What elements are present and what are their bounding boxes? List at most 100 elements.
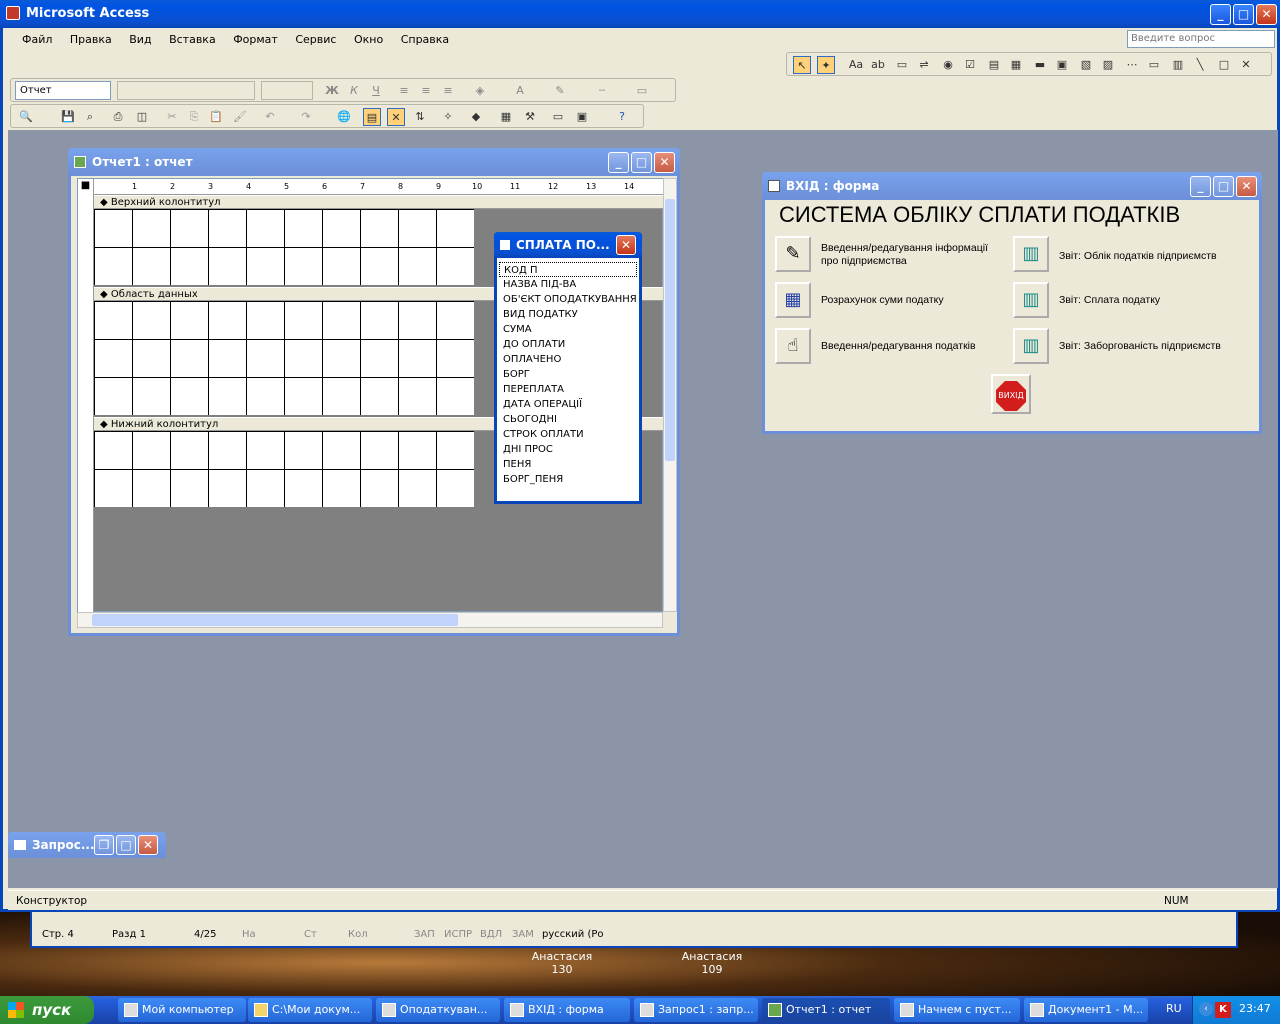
taskbar-item[interactable]: ВХІД : форма bbox=[504, 998, 630, 1022]
underline-icon[interactable]: Ч bbox=[367, 82, 385, 100]
align-left-icon[interactable]: ≡ bbox=[395, 82, 413, 100]
redo-icon[interactable]: ↷ bbox=[297, 108, 315, 126]
field-item[interactable]: ОБ'ЄКТ ОПОДАТКУВАННЯ bbox=[499, 292, 637, 307]
close-button[interactable]: ✕ bbox=[138, 835, 158, 855]
align-center-icon[interactable]: ≡ bbox=[417, 82, 435, 100]
horizontal-scroll-thumb[interactable] bbox=[92, 614, 458, 626]
field-item[interactable]: ДНІ ПРОС bbox=[499, 442, 637, 457]
section-page-header[interactable]: ◆ Верхний колонтитул bbox=[94, 195, 664, 209]
database-window-icon[interactable]: ▭ bbox=[549, 108, 567, 126]
tray-arrow-icon[interactable]: ‹ bbox=[1199, 1002, 1213, 1016]
tab-control-icon[interactable]: ▭ bbox=[1145, 56, 1163, 74]
ruler-corner[interactable]: ■ bbox=[78, 179, 94, 195]
field-list-icon[interactable]: ▤ bbox=[363, 108, 381, 126]
maximize-button[interactable]: □ bbox=[116, 835, 136, 855]
sorting-grouping-icon[interactable]: ⇅ bbox=[411, 108, 429, 126]
report-close-button[interactable]: ✕ bbox=[654, 152, 675, 173]
hyperlink-icon[interactable]: 🌐 bbox=[335, 108, 353, 126]
field-item[interactable]: ДАТА ОПЕРАЦІЇ bbox=[499, 397, 637, 412]
bold-icon[interactable]: Ж bbox=[323, 82, 341, 100]
bound-frame-icon[interactable]: ▨ bbox=[1099, 56, 1117, 74]
wizard-icon[interactable]: ✦ bbox=[817, 56, 835, 74]
taskbar-item[interactable]: Документ1 - М... bbox=[1024, 998, 1148, 1022]
fill-color-icon[interactable]: ◈ bbox=[471, 82, 489, 100]
align-right-icon[interactable]: ≡ bbox=[439, 82, 457, 100]
field-item[interactable]: ВИД ПОДАТКУ bbox=[499, 307, 637, 322]
image-icon[interactable]: ▣ bbox=[1053, 56, 1071, 74]
textbox-icon[interactable]: ab bbox=[869, 56, 887, 74]
field-item[interactable]: БОРГ_ПЕНЯ bbox=[499, 472, 637, 487]
special-effect-icon[interactable]: ▭ bbox=[633, 82, 651, 100]
taskbar-item[interactable]: C:\Мои докум... bbox=[248, 998, 372, 1022]
restore-button[interactable]: ❐ bbox=[94, 835, 114, 855]
horizontal-scrollbar[interactable] bbox=[77, 612, 663, 628]
field-item[interactable]: БОРГ bbox=[499, 367, 637, 382]
field-item[interactable]: СЬОГОДНІ bbox=[499, 412, 637, 427]
minimize-button[interactable]: _ bbox=[1210, 4, 1231, 25]
ask-question-box[interactable]: Введите вопрос bbox=[1127, 30, 1275, 48]
more-controls-icon[interactable]: ✕ bbox=[1237, 56, 1255, 74]
select-objects-icon[interactable]: ↖ bbox=[793, 56, 811, 74]
desktop-label-1[interactable]: Анастасия 130 bbox=[530, 950, 594, 976]
combo-icon[interactable]: ▤ bbox=[985, 56, 1003, 74]
option-button-icon[interactable]: ◉ bbox=[939, 56, 957, 74]
field-item[interactable]: КОД П bbox=[499, 262, 637, 277]
field-item[interactable]: ПЕНЯ bbox=[499, 457, 637, 472]
line-color-icon[interactable]: ✎ bbox=[551, 82, 569, 100]
menu-help[interactable]: Справка bbox=[401, 33, 449, 46]
subform-icon[interactable]: ▥ bbox=[1169, 56, 1187, 74]
page-header-grid[interactable] bbox=[94, 209, 474, 285]
clock[interactable]: 23:47 bbox=[1239, 1002, 1271, 1015]
menu-edit[interactable]: Правка bbox=[70, 33, 112, 46]
access-title-bar[interactable]: Microsoft Access _ □ ✕ bbox=[0, 0, 1280, 28]
field-item[interactable]: СТРОК ОПЛАТИ bbox=[499, 427, 637, 442]
vertical-scrollbar[interactable] bbox=[663, 178, 677, 612]
toggle-icon[interactable]: ⇌ bbox=[915, 56, 933, 74]
option-group-icon[interactable]: ▭ bbox=[893, 56, 911, 74]
format-painter-icon[interactable]: 🖌 bbox=[231, 108, 249, 126]
form-minimize-button[interactable]: _ bbox=[1190, 176, 1211, 197]
close-button[interactable]: ✕ bbox=[1256, 4, 1277, 25]
copy-icon[interactable]: ⎘ bbox=[185, 108, 203, 126]
detail-grid[interactable] bbox=[94, 301, 474, 415]
notebook-icon[interactable]: ▥ bbox=[1013, 236, 1049, 272]
report-minimize-button[interactable]: _ bbox=[608, 152, 629, 173]
label-icon[interactable]: Aa bbox=[847, 56, 865, 74]
minimized-query-window[interactable]: Запрос... ❐ □ ✕ bbox=[8, 832, 166, 858]
view-icon[interactable]: 🔍 bbox=[17, 108, 35, 126]
start-button[interactable]: пуск bbox=[0, 996, 94, 1024]
print-preview-icon[interactable]: ◫ bbox=[133, 108, 151, 126]
vertical-scroll-thumb[interactable] bbox=[665, 199, 675, 461]
new-object-icon[interactable]: ▣ bbox=[573, 108, 591, 126]
desktop-label-2[interactable]: Анастасия 109 bbox=[680, 950, 744, 976]
font-color-icon[interactable]: A bbox=[511, 82, 529, 100]
object-select[interactable]: Отчет bbox=[15, 81, 111, 100]
exit-button[interactable]: ВИХІД bbox=[991, 374, 1031, 414]
menu-window[interactable]: Окно bbox=[354, 33, 383, 46]
listbox-icon[interactable]: ▦ bbox=[1007, 56, 1025, 74]
form-close-button[interactable]: ✕ bbox=[1236, 176, 1257, 197]
report-title-bar[interactable]: Отчет1 : отчет _ □ ✕ bbox=[68, 148, 680, 176]
toolbox-icon[interactable]: ✕ bbox=[387, 108, 405, 126]
autoformat-icon[interactable]: ✧ bbox=[439, 108, 457, 126]
undo-icon[interactable]: ↶ bbox=[261, 108, 279, 126]
form-maximize-button[interactable]: □ bbox=[1213, 176, 1234, 197]
taskbar-item[interactable]: Оподаткуван... bbox=[376, 998, 500, 1022]
line-width-icon[interactable]: ┄ bbox=[593, 82, 611, 100]
menu-file[interactable]: Файл bbox=[22, 33, 52, 46]
code-icon[interactable]: ◆ bbox=[467, 108, 485, 126]
button-icon[interactable]: ▬ bbox=[1031, 56, 1049, 74]
paste-icon[interactable]: 📋 bbox=[207, 108, 225, 126]
report-maximize-button[interactable]: □ bbox=[631, 152, 652, 173]
maximize-button[interactable]: □ bbox=[1233, 4, 1254, 25]
italic-icon[interactable]: К bbox=[345, 82, 363, 100]
hand-pointer-icon[interactable]: ☝ bbox=[775, 328, 811, 364]
taskbar-item-active[interactable]: Отчет1 : отчет bbox=[762, 998, 890, 1022]
taskbar-item[interactable]: Запрос1 : запр... bbox=[634, 998, 758, 1022]
form-title-bar[interactable]: ВХІД : форма _ □ ✕ bbox=[762, 172, 1262, 200]
field-list-title-bar[interactable]: СПЛАТА ПО... ✕ bbox=[494, 232, 642, 258]
notebook-icon[interactable]: ▥ bbox=[1013, 282, 1049, 318]
field-item[interactable]: ОПЛАЧЕНО bbox=[499, 352, 637, 367]
checkbox-icon[interactable]: ☑ bbox=[961, 56, 979, 74]
search-icon[interactable]: ⌕ bbox=[81, 108, 99, 126]
